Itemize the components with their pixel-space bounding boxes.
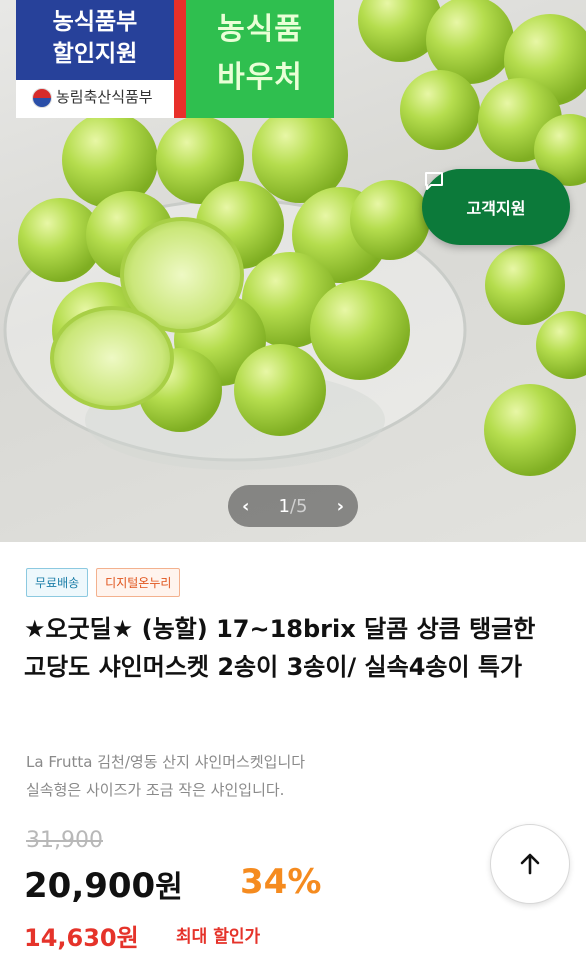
pager-current: 1 [278, 495, 290, 517]
discount-rate: 34% [240, 862, 322, 902]
scroll-top-button[interactable] [490, 824, 570, 904]
max-discount-price: 14,630원 [24, 924, 139, 952]
original-price: 31,900 [26, 828, 103, 853]
sale-price-value: 20,900 [24, 866, 156, 906]
image-pager: ‹ 1/5 › [228, 485, 358, 527]
voucher-badge: 농식품 바우처 [186, 0, 334, 118]
chevron-right-icon[interactable]: › [337, 496, 344, 517]
pager-count: 1/5 [279, 496, 308, 517]
ministry-label: 농림축산식품부 [56, 88, 153, 106]
taegeuk-icon [32, 88, 52, 108]
badge-line-2: 할인지원 [52, 41, 138, 67]
chat-icon [425, 172, 443, 190]
product-description: La Frutta 김천/영동 산지 샤인머스켓입니다 실속형은 사이즈가 조금… [26, 748, 566, 804]
customer-support-button[interactable]: 고객지원 [422, 169, 570, 245]
badge-line-1: 농식품부 [52, 9, 138, 35]
max-discount-label: 최대 할인가 [176, 927, 261, 947]
tag-list: 무료배송 디지털온누리 [26, 568, 181, 597]
discount-support-badge: 농식품부 할인지원 농림축산식품부 [16, 0, 174, 118]
customer-support-label: 고객지원 [466, 199, 526, 218]
arrow-up-icon [520, 853, 540, 875]
tag-free-shipping: 무료배송 [26, 568, 89, 597]
tag-digital-onnuri: 디지털온누리 [96, 568, 181, 597]
chevron-left-icon[interactable]: ‹ [242, 496, 249, 517]
product-title: ★오굿딜★ (농할) 17~18brix 달콤 상큼 탱글한 고당도 샤인머스켓… [24, 615, 536, 681]
description-line-2: 실속형은 사이즈가 조금 작은 샤인입니다. [26, 781, 285, 799]
voucher-line-1: 농식품 [217, 12, 303, 47]
product-image[interactable]: 농식품부 할인지원 농림축산식품부 농식품 바우처 고객지원 ‹ 1/5 › [0, 0, 586, 542]
voucher-line-2: 바우처 [217, 60, 303, 95]
description-line-1: La Frutta 김천/영동 산지 샤인머스켓입니다 [26, 753, 306, 771]
sale-price-unit: 원 [155, 870, 183, 905]
pager-total: 5 [296, 495, 308, 517]
sale-price: 20,900원 [24, 862, 183, 906]
